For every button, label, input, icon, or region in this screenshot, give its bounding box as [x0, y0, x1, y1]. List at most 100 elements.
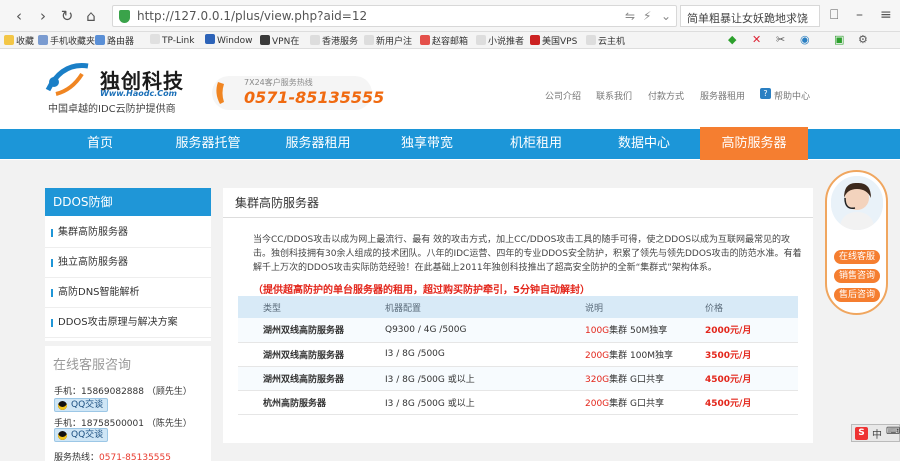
cell-desc-highlight: 200G: [585, 350, 610, 361]
cell-config: I3 / 8G /500G: [383, 342, 583, 367]
cell-type: 湖州双线高防服务器: [238, 342, 383, 367]
minimize-icon[interactable]: –: [856, 7, 863, 23]
table-row: 湖州双线高防服务器 I3 / 8G /500G 200G集群 100M独享 35…: [238, 342, 798, 367]
qq-chat-button[interactable]: QQ交谈: [54, 398, 108, 412]
browser-toolbar: ‹ › ↻ ⌂ http://127.0.0.1/plus/view.php?a…: [0, 0, 900, 32]
home-icon[interactable]: ⌂: [82, 7, 100, 25]
bookmark-item[interactable]: 新用户注: [364, 34, 412, 47]
cell-price: 2000元/月: [703, 318, 798, 343]
service-hotline-number: 0571-85135555: [99, 453, 171, 461]
nav-datacenter[interactable]: 数据中心: [612, 129, 676, 159]
link-about[interactable]: 公司介绍: [545, 89, 581, 102]
cell-desc-highlight: 320G: [585, 374, 610, 385]
col-desc: 说明: [583, 296, 703, 318]
cell-type: 杭州高防服务器: [238, 390, 383, 415]
bookmark-item[interactable]: TP-Link: [150, 34, 194, 46]
cell-price: 3500元/月: [703, 342, 798, 367]
bookmark-item[interactable]: 小说推者: [476, 34, 524, 47]
table-row: 杭州高防服务器 I3 / 8G /500G 或以上 200G集群 G口共享 45…: [238, 390, 798, 415]
share-icon[interactable]: ⇋: [625, 9, 635, 23]
game-icon[interactable]: ◉: [800, 33, 810, 46]
settings-icon[interactable]: ⚙: [858, 33, 868, 46]
forward-icon[interactable]: ›: [34, 7, 52, 25]
sogou-icon[interactable]: S: [855, 427, 868, 440]
bookmark-item[interactable]: 美国VPS: [530, 34, 577, 47]
nav-bandwidth[interactable]: 独享带宽: [395, 129, 459, 159]
sidebar-item-dns[interactable]: 高防DNS智能解析: [45, 278, 211, 308]
bookmark-item[interactable]: 路由器: [95, 34, 134, 47]
bookmark-item[interactable]: 香港服务: [310, 34, 358, 47]
aftersales-consult-button[interactable]: 售后咨询: [834, 288, 880, 302]
cell-desc: 100G集群 50M独享: [583, 318, 703, 343]
nav-ddos-server-label: 高防服务器: [721, 136, 787, 151]
hotline-number: 0571-85135555: [244, 88, 385, 107]
col-price: 价格: [703, 296, 798, 318]
bookmark-item[interactable]: 收藏: [4, 34, 34, 47]
qq-chat-button[interactable]: QQ交谈: [54, 428, 108, 442]
page-title: 集群高防服务器: [223, 188, 813, 218]
promo-text: （提供超高防护的单台服务器的租用，超过购买防护牵引，5分钟自动解封）: [253, 285, 590, 296]
cell-desc: 200G集群 100M独享: [583, 342, 703, 367]
pinyin-icon[interactable]: 中: [872, 426, 882, 441]
download-icon[interactable]: ▣: [834, 33, 844, 46]
tools-icon[interactable]: ✕: [752, 33, 761, 46]
service-title: 在线客服咨询: [53, 358, 132, 373]
link-server-rental[interactable]: 服务器租用: [700, 89, 745, 102]
cell-desc-highlight: 200G: [585, 398, 610, 409]
sidebar-item-cluster[interactable]: 集群高防服务器: [45, 218, 211, 248]
sidebar-title: DDOS防御: [45, 188, 211, 216]
service-hotline: 服务热线：0571-85135555: [54, 450, 171, 461]
hotline-banner: 7X24客户服务热线 0571-85135555: [212, 76, 384, 110]
nav-cabinet[interactable]: 机柜租用: [504, 129, 568, 159]
address-bar[interactable]: http://127.0.0.1/plus/view.php?aid=12 ⇋ …: [112, 5, 677, 27]
service-hotline-label: 服务热线：: [54, 453, 100, 461]
cell-desc-text: 集群 50M独享: [609, 326, 668, 337]
nav-home[interactable]: 首页: [65, 129, 135, 159]
url-text: http://127.0.0.1/plus/view.php?aid=12: [137, 9, 368, 23]
help-icon: ?: [760, 88, 771, 99]
logo-url: Www.Haodc.Com: [100, 89, 177, 98]
menu-icon[interactable]: ≡: [880, 7, 892, 23]
phone-icon: [216, 82, 224, 104]
slogan: 中国卓越的IDC云防护提供商: [48, 104, 176, 115]
cell-desc-highlight: 100G: [585, 326, 610, 337]
cell-config: I3 / 8G /500G 或以上: [383, 366, 583, 391]
cell-price: 4500元/月: [703, 366, 798, 391]
search-box[interactable]: 简单粗暴让女妖跪地求饶: [680, 5, 820, 27]
logo-icon: [45, 63, 89, 96]
online-service-button[interactable]: 在线客服: [834, 250, 880, 264]
sidebar-item-ddos-solution[interactable]: DDOS攻击原理与解决方案: [45, 308, 211, 338]
sidebar-item-dedicated[interactable]: 独立高防服务器: [45, 248, 211, 278]
link-payment[interactable]: 付款方式: [648, 89, 684, 102]
link-contact[interactable]: 联系我们: [596, 89, 632, 102]
lightning-icon[interactable]: ⚡: [643, 9, 651, 23]
ime-toolbar[interactable]: S 中 ⌨: [851, 424, 900, 442]
chevron-down-icon[interactable]: ⌄: [661, 9, 671, 23]
bookmark-item[interactable]: VPN在: [260, 34, 299, 47]
col-config: 机器配置: [383, 296, 583, 318]
nav-ddos-server[interactable]: 高防服务器: [700, 127, 808, 161]
cell-type: 湖州双线高防服务器: [238, 366, 383, 391]
reload-icon[interactable]: ↻: [58, 7, 76, 25]
shield-icon[interactable]: ◆: [728, 33, 736, 46]
scissors-icon[interactable]: ✂: [776, 33, 785, 46]
cell-desc-text: 集群 G口共享: [609, 374, 664, 385]
cell-desc-text: 集群 G口共享: [609, 398, 664, 409]
nav-hosting[interactable]: 服务器托管: [170, 129, 246, 159]
sales-consult-button[interactable]: 销售咨询: [834, 269, 880, 283]
cell-desc-text: 集群 100M独享: [609, 350, 673, 361]
hotline-label: 7X24客户服务热线: [244, 78, 313, 87]
back-icon[interactable]: ‹: [10, 7, 28, 25]
bookmark-item[interactable]: 云主机: [586, 34, 625, 47]
bookmark-item[interactable]: Window: [205, 34, 253, 46]
search-text: 简单粗暴让女妖跪地求饶: [687, 12, 808, 25]
cut-icon[interactable]: ⎕: [830, 7, 838, 23]
bookmark-item[interactable]: 赵容邮箱: [420, 34, 468, 47]
bookmark-item[interactable]: 手机收藏夹: [38, 34, 95, 47]
keyboard-icon[interactable]: ⌨: [886, 426, 900, 437]
cell-price: 4500元/月: [703, 390, 798, 415]
link-help[interactable]: 帮助中心: [774, 89, 810, 102]
nav-server-rental[interactable]: 服务器租用: [280, 129, 356, 159]
table-row: 湖州双线高防服务器 Q9300 / 4G /500G 100G集群 50M独享 …: [238, 318, 798, 343]
cell-type: 湖州双线高防服务器: [238, 318, 383, 343]
